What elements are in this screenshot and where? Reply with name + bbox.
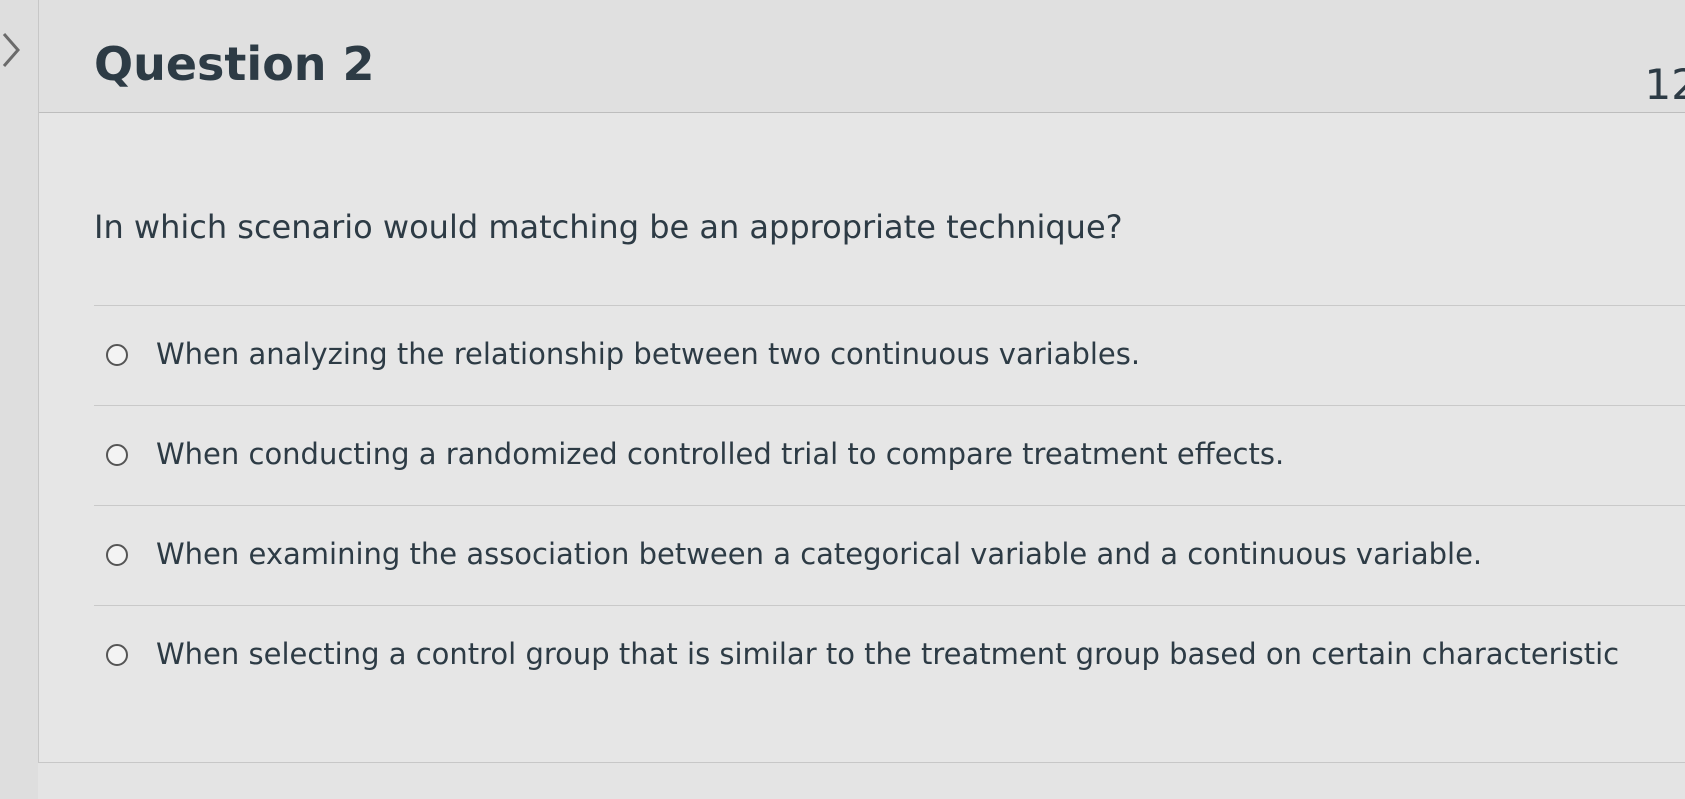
chevron-right-icon[interactable] <box>0 30 22 70</box>
answer-label: When selecting a control group that is s… <box>156 637 1620 671</box>
radio-unselected-icon[interactable] <box>106 344 128 366</box>
answer-label: When analyzing the relationship between … <box>156 337 1141 371</box>
radio-unselected-icon[interactable] <box>106 444 128 466</box>
radio-unselected-icon[interactable] <box>106 544 128 566</box>
answer-label: When examining the association between a… <box>156 537 1483 571</box>
answer-label: When conducting a randomized controlled … <box>156 437 1285 471</box>
question-title: Question 2 <box>94 37 375 91</box>
radio-unselected-icon[interactable] <box>106 644 128 666</box>
answer-option-1[interactable]: When analyzing the relationship between … <box>94 305 1685 405</box>
answer-option-2[interactable]: When conducting a randomized controlled … <box>94 405 1685 505</box>
question-card: Question 2 12 In which scenario would ma… <box>38 0 1685 763</box>
answer-option-3[interactable]: When examining the association between a… <box>94 505 1685 605</box>
answer-option-4[interactable]: When selecting a control group that is s… <box>94 605 1685 705</box>
left-gutter <box>0 0 38 799</box>
question-header: Question 2 12 <box>39 0 1685 113</box>
question-points: 12 <box>1644 60 1685 109</box>
answer-list: When analyzing the relationship between … <box>94 305 1685 705</box>
question-text: In which scenario would matching be an a… <box>94 208 1123 246</box>
